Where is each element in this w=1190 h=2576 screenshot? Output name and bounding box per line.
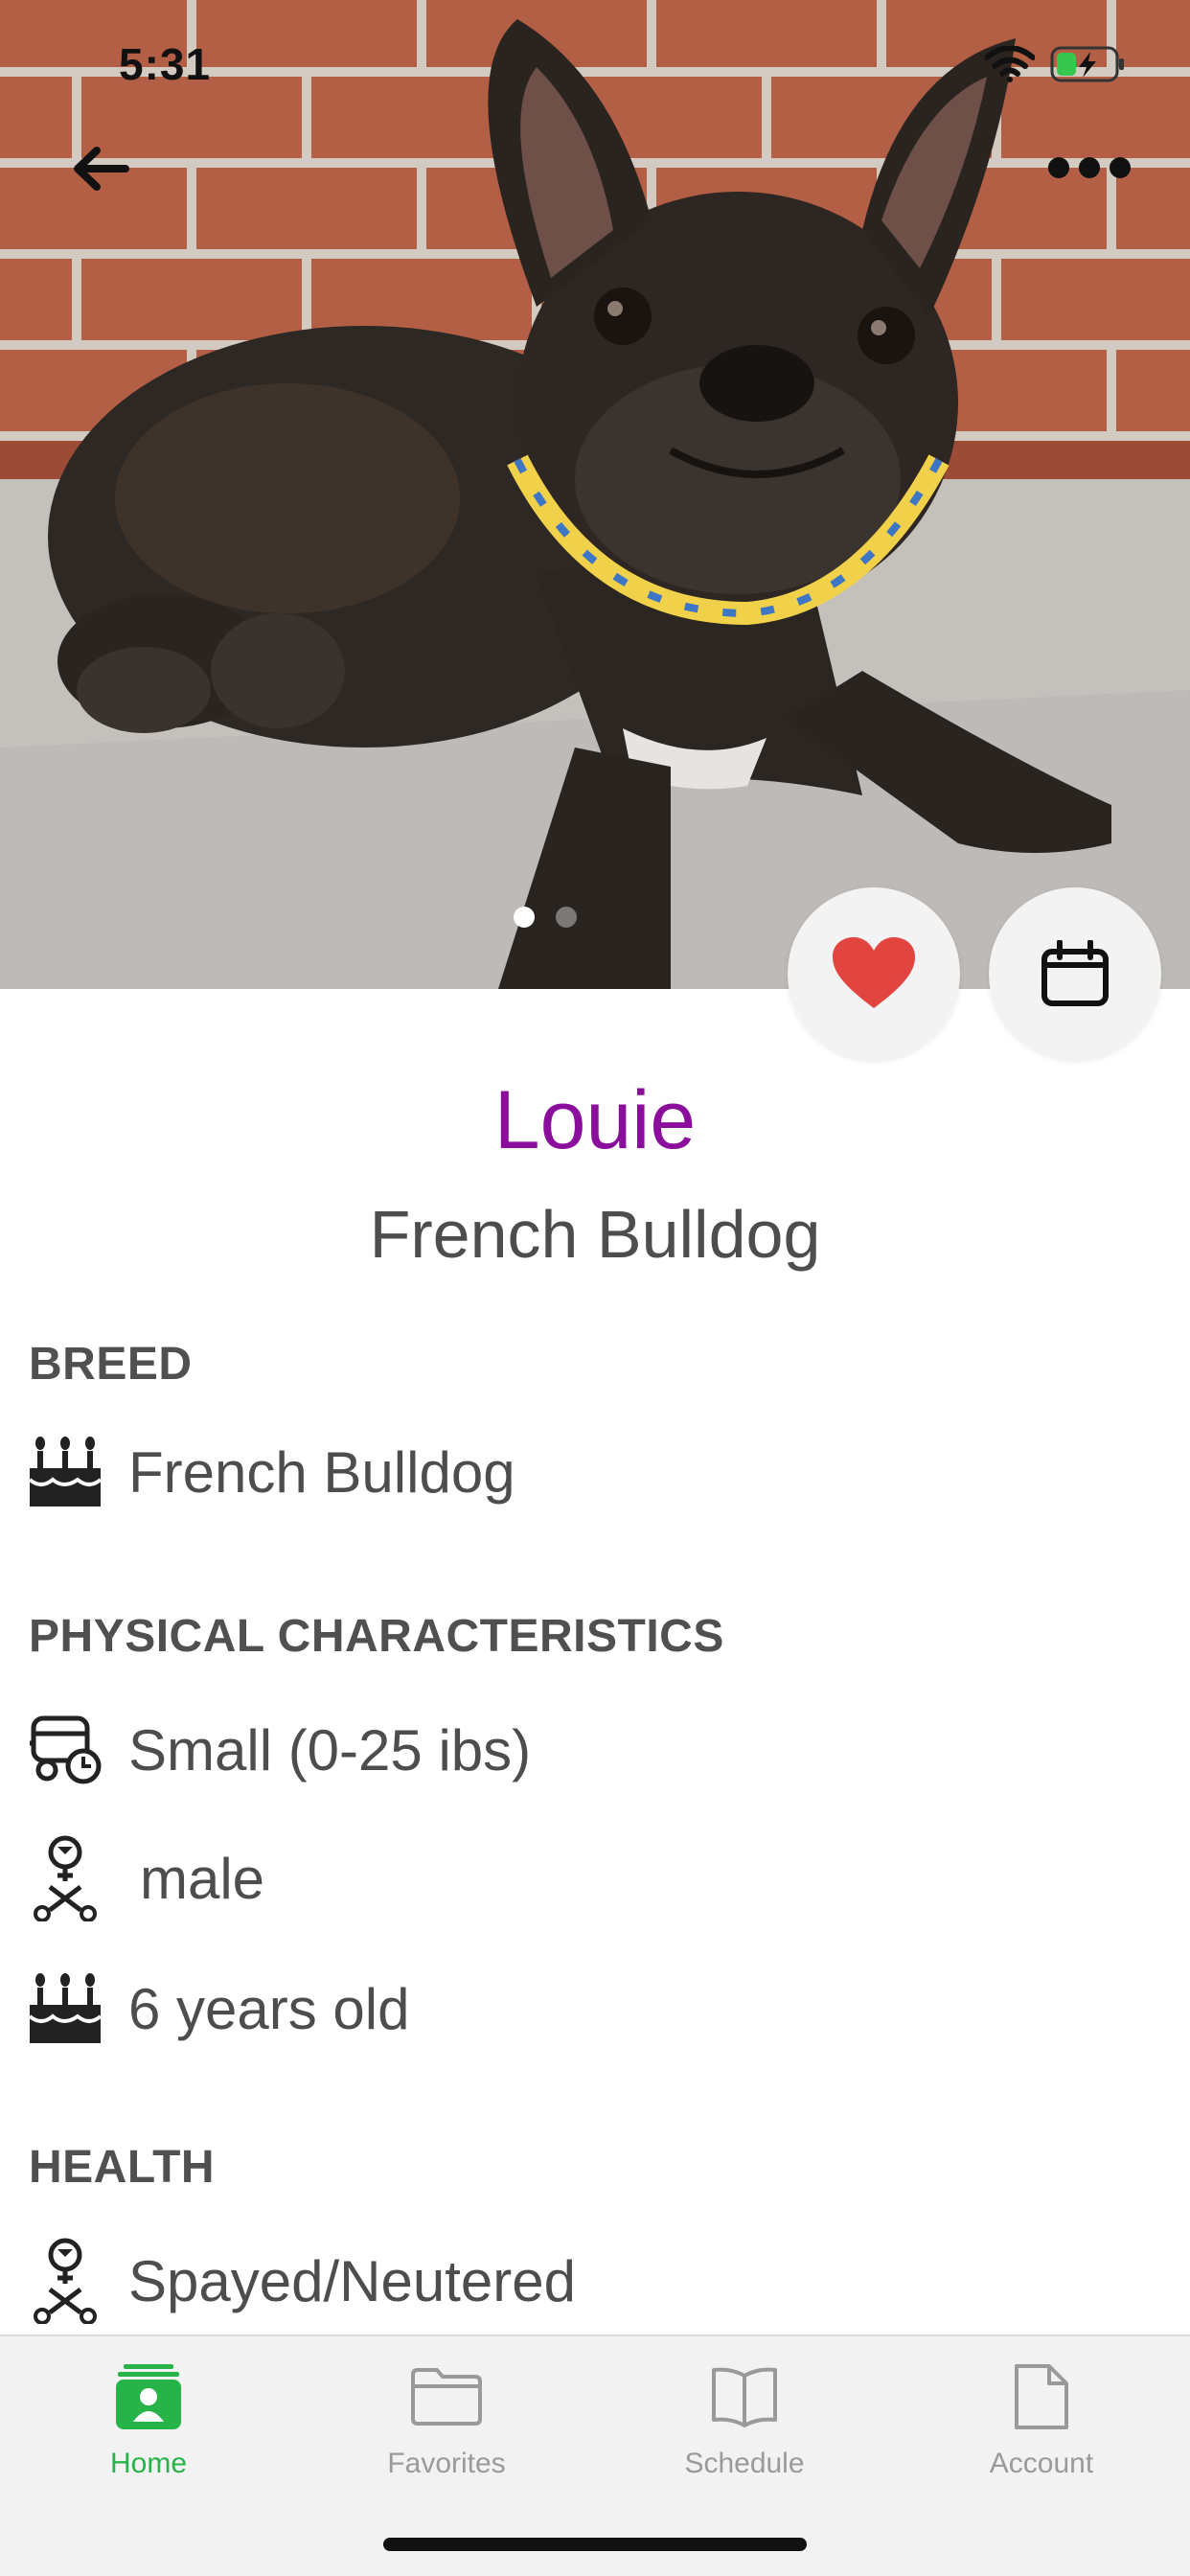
heart-icon (833, 937, 915, 1008)
schedule-visit-button[interactable] (989, 887, 1161, 1060)
breed-text: French Bulldog (128, 1439, 515, 1505)
tab-account[interactable]: Account (927, 2361, 1156, 2480)
french-bulldog-photo (0, 0, 1190, 989)
tab-favorites[interactable]: Favorites (332, 2361, 561, 2480)
home-profile-icon (110, 2361, 187, 2432)
section-heading-physical: PHYSICAL CHARACTERISTICS (29, 1611, 724, 1662)
tab-schedule-label: Schedule (684, 2448, 805, 2479)
age-row: 6 years old (27, 1970, 410, 2047)
photo-page-indicator[interactable] (514, 907, 577, 928)
gender-text: male (140, 1846, 265, 1911)
status-time: 5:31 (119, 39, 212, 89)
gender-icon (27, 1835, 103, 1921)
home-indicator[interactable] (383, 2538, 807, 2551)
pet-subtitle: French Bulldog (369, 1197, 821, 1272)
tab-favorites-label: Favorites (387, 2448, 506, 2479)
pet-photo[interactable] (0, 0, 1190, 989)
tab-home-label: Home (109, 2448, 188, 2479)
health-text: Spayed/Neutered (128, 2248, 576, 2313)
neutered-icon (27, 2238, 103, 2324)
tab-schedule[interactable]: Schedule (629, 2361, 859, 2480)
folder-icon (408, 2361, 485, 2432)
section-heading-health: HEALTH (29, 2142, 216, 2193)
arrow-left-icon (74, 147, 129, 191)
size-text: Small (0-25 ibs) (128, 1717, 532, 1782)
more-dot (1110, 157, 1131, 178)
back-button[interactable] (67, 140, 134, 197)
more-dot (1048, 157, 1069, 178)
more-options-button[interactable] (1048, 153, 1131, 182)
breed-row: French Bulldog (27, 1434, 515, 1510)
page-dot-active[interactable] (514, 907, 535, 928)
section-heading-breed: BREED (29, 1339, 193, 1390)
health-row: Spayed/Neutered (27, 2238, 576, 2324)
battery-charging-icon (1050, 46, 1127, 87)
gender-row: male (27, 1835, 265, 1921)
wifi-icon (984, 45, 1036, 87)
tab-account-label: Account (989, 2448, 1094, 2479)
document-icon (1003, 2361, 1080, 2432)
age-text: 6 years old (128, 1976, 410, 2041)
size-row: Small (0-25 ibs) (27, 1712, 531, 1788)
cake-icon (27, 1434, 103, 1510)
favorite-button[interactable] (788, 887, 960, 1060)
pet-name: Louie (493, 1074, 697, 1166)
more-dot (1079, 157, 1100, 178)
book-icon (706, 2361, 783, 2432)
calendar-icon (1041, 940, 1109, 1006)
cake-icon (27, 1970, 103, 2047)
page-dot[interactable] (556, 907, 577, 928)
size-icon (27, 1712, 103, 1788)
tab-home[interactable]: Home (34, 2361, 263, 2480)
